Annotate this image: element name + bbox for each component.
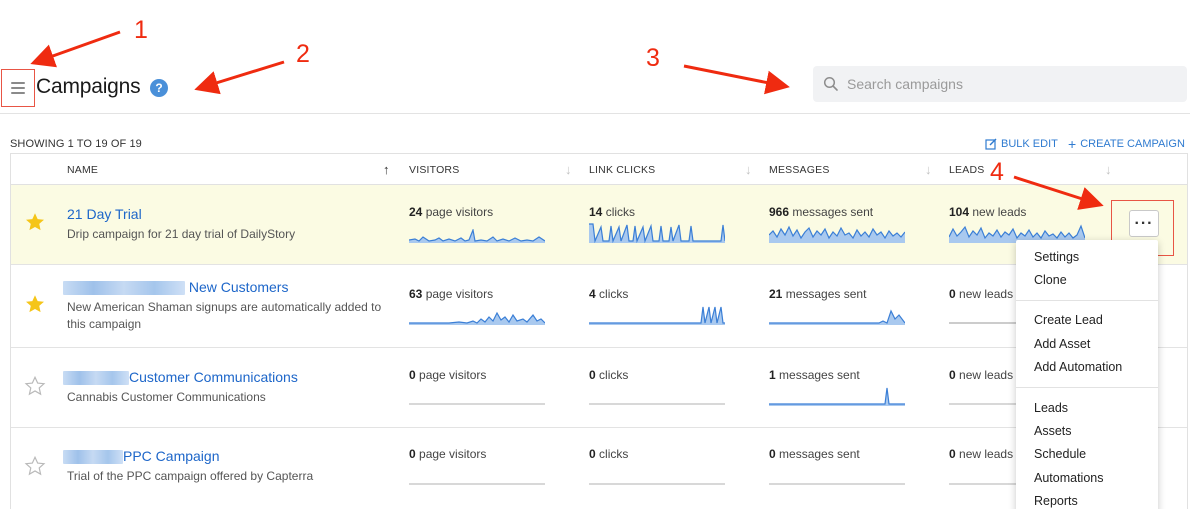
table-row[interactable]: 21 Day Trial Drip campaign for 21 day tr…	[11, 185, 1187, 265]
star-filled-icon[interactable]	[24, 293, 46, 315]
table-row[interactable]: New Customers New American Shaman signup…	[11, 265, 1187, 348]
sort-down-icon[interactable]: ↓	[1105, 162, 1112, 177]
menu-item-settings[interactable]: Settings	[1034, 250, 1079, 264]
col-name[interactable]: NAME	[67, 164, 98, 176]
visitors-sparkline	[409, 311, 545, 325]
page-title: Campaigns	[36, 75, 141, 98]
clicks-sparkline	[589, 483, 725, 485]
annotation-number-1: 1	[134, 16, 148, 44]
menu-item-leads[interactable]: Leads	[1034, 401, 1068, 415]
leads-sparkline	[949, 483, 1019, 485]
bulk-edit-label: BULK EDIT	[1001, 138, 1058, 150]
bulk-edit-link[interactable]: BULK EDIT	[985, 138, 1058, 150]
search-icon	[823, 76, 838, 91]
clicks-metric: 4 clicks	[589, 287, 629, 301]
messages-sparkline	[769, 483, 905, 485]
table-row[interactable]: Customer Communications Cannabis Custome…	[11, 348, 1187, 428]
help-icon[interactable]: ?	[150, 79, 168, 97]
annotation-number-4: 4	[990, 158, 1004, 186]
showing-count: SHOWING 1 TO 19 OF 19	[10, 138, 142, 150]
redacted-text	[63, 281, 185, 296]
annotation-number-3: 3	[646, 44, 660, 72]
clicks-metric: 0 clicks	[589, 447, 629, 461]
menu-item-automations[interactable]: Automations	[1034, 471, 1103, 485]
visitors-metric: 0 page visitors	[409, 447, 487, 461]
create-campaign-label: CREATE CAMPAIGN	[1080, 138, 1185, 150]
edit-icon	[985, 138, 997, 150]
messages-metric: 0 messages sent	[769, 447, 860, 461]
redacted-text	[63, 450, 123, 465]
visitors-metric: 63 page visitors	[409, 287, 494, 301]
clicks-metric: 14 clicks	[589, 205, 636, 219]
clicks-sparkline	[589, 403, 725, 405]
menu-item-create-lead[interactable]: Create Lead	[1034, 313, 1103, 327]
menu-divider	[1016, 387, 1158, 388]
leads-sparkline	[949, 403, 1019, 405]
campaign-description: Drip campaign for 21 day trial of DailyS…	[67, 227, 296, 241]
menu-item-reports[interactable]: Reports	[1034, 494, 1078, 508]
leads-metric: 0 new leads	[949, 368, 1014, 382]
annotation-number-2: 2	[296, 40, 310, 68]
clicks-sparkline	[589, 306, 725, 325]
sort-asc-icon[interactable]: ↑	[383, 162, 390, 177]
col-link-clicks[interactable]: LINK CLICKS	[589, 164, 655, 176]
col-visitors[interactable]: VISITORS	[409, 164, 459, 176]
create-campaign-link[interactable]: + CREATE CAMPAIGN	[1068, 136, 1185, 152]
table-header: NAME ↑ VISITORS ↓ LINK CLICKS ↓ MESSAGES…	[11, 154, 1187, 185]
visitors-sparkline	[409, 403, 545, 405]
clicks-sparkline	[589, 223, 725, 243]
plus-icon: +	[1068, 136, 1077, 152]
campaign-description: New American Shaman signups are automati…	[67, 300, 382, 331]
messages-metric: 1 messages sent	[769, 368, 860, 382]
visitors-metric: 0 page visitors	[409, 368, 487, 382]
star-filled-icon[interactable]	[24, 211, 46, 233]
search-box[interactable]	[813, 66, 1187, 102]
col-messages[interactable]: MESSAGES	[769, 164, 830, 176]
messages-sparkline	[769, 225, 905, 243]
menu-item-schedule[interactable]: Schedule	[1034, 447, 1086, 461]
ellipsis-icon: ···	[1134, 214, 1154, 232]
row-actions-menu: Settings Clone Create Lead Add Asset Add…	[1016, 240, 1158, 509]
campaign-name: New Customers	[188, 279, 289, 295]
campaign-description: Cannabis Customer Communications	[67, 390, 266, 404]
menu-item-assets[interactable]: Assets	[1034, 424, 1072, 438]
sort-down-icon[interactable]: ↓	[925, 162, 932, 177]
hamburger-menu-button[interactable]	[1, 69, 35, 107]
more-options-button[interactable]: ···	[1129, 210, 1159, 237]
visitors-metric: 24 page visitors	[409, 205, 494, 219]
leads-sparkline	[949, 322, 1019, 324]
search-input[interactable]	[847, 76, 1167, 92]
leads-metric: 0 new leads	[949, 287, 1014, 301]
visitors-sparkline	[409, 483, 545, 485]
messages-metric: 21 messages sent	[769, 287, 867, 301]
campaign-name: Customer Communications	[129, 369, 298, 385]
redacted-text	[63, 371, 129, 386]
table-row[interactable]: PPC Campaign Trial of the PPC campaign o…	[11, 428, 1187, 509]
menu-item-clone[interactable]: Clone	[1034, 273, 1067, 287]
star-outline-icon[interactable]	[24, 455, 46, 477]
campaign-name: PPC Campaign	[123, 448, 220, 464]
sort-down-icon[interactable]: ↓	[745, 162, 752, 177]
hamburger-icon	[11, 82, 25, 94]
clicks-metric: 0 clicks	[589, 368, 629, 382]
campaign-name-link[interactable]: PPC Campaign	[63, 448, 220, 465]
menu-item-add-asset[interactable]: Add Asset	[1034, 337, 1090, 351]
page-header: Campaigns ?	[0, 0, 1190, 114]
leads-metric: 104 new leads	[949, 205, 1027, 219]
campaign-name-link[interactable]: 21 Day Trial	[67, 206, 142, 222]
menu-item-add-automation[interactable]: Add Automation	[1034, 360, 1122, 374]
col-leads[interactable]: LEADS	[949, 164, 984, 176]
messages-sparkline	[769, 309, 905, 325]
leads-metric: 0 new leads	[949, 447, 1014, 461]
sort-down-icon[interactable]: ↓	[565, 162, 572, 177]
messages-metric: 966 messages sent	[769, 205, 874, 219]
menu-divider	[1016, 300, 1158, 301]
messages-sparkline	[769, 387, 905, 406]
campaigns-table: NAME ↑ VISITORS ↓ LINK CLICKS ↓ MESSAGES…	[10, 153, 1188, 509]
campaign-name-link[interactable]: Customer Communications	[63, 369, 298, 386]
campaign-description: Trial of the PPC campaign offered by Cap…	[67, 469, 314, 483]
visitors-sparkline	[409, 229, 545, 243]
star-outline-icon[interactable]	[24, 375, 46, 397]
campaign-name-link[interactable]: New Customers	[63, 279, 289, 296]
